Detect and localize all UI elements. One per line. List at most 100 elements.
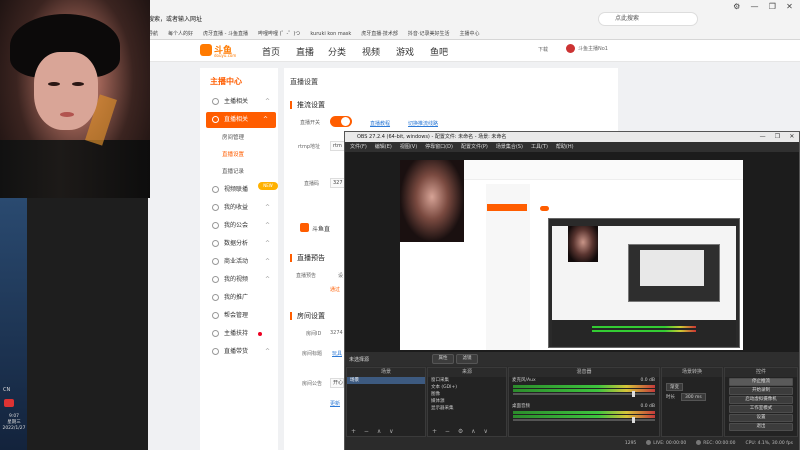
properties-button[interactable]: 属性 [432,354,454,364]
close-button[interactable]: ✕ [786,2,793,12]
chart-icon [212,240,219,247]
input-method-indicator[interactable]: CN [3,387,23,393]
source-item[interactable]: 图像 [428,391,506,398]
sidebar-item-clan[interactable]: 帮会管理 [200,308,278,324]
transition-type-row: 渐变 [662,383,722,393]
sidebar-item-support[interactable]: 主播扶持 [200,326,278,342]
sidebar-item-business[interactable]: 商业活动 ^ [200,254,278,270]
obs-source-toolbar [345,352,799,366]
section-preview: 直播预告 [290,254,325,262]
bookmark-item[interactable]: 抖音·记录美好生活 [408,30,450,37]
virtual-camera-button[interactable]: 启动虚拟摄像机 [729,396,793,404]
nav-video[interactable]: 视频 [362,45,380,58]
slider-handle[interactable] [632,417,635,423]
filters-button[interactable]: 滤镜 [456,354,478,364]
rec-status: REC: 00:00:00 [696,437,736,450]
menu-edit[interactable]: 编辑(E) [375,142,392,152]
new-badge: NEW [258,182,278,190]
sidebar-item-promotion[interactable]: 我的推广 [200,290,278,306]
bookmark-item[interactable]: 虎牙直播·技术部 [361,30,398,37]
sidebar-item-anchor[interactable]: 主播相关 ^ [200,94,278,110]
exit-button[interactable]: 退出 [729,423,793,431]
sidebar-item-analytics[interactable]: 数据分析 ^ [200,236,278,252]
source-item[interactable]: 显示器采集 [428,405,506,412]
sidebar-item-live[interactable]: 直播相关 ^ [206,112,276,128]
bookmark-item[interactable]: 哔哩哔哩 (゜-゜)つ [258,30,300,37]
nav-yuba[interactable]: 鱼吧 [430,45,448,58]
bookmark-item[interactable]: 每个人的好 [168,30,193,37]
assistant-promo[interactable]: 斗鱼直 [312,224,330,233]
nav-live[interactable]: 直播 [296,45,314,58]
settings-icon[interactable]: ⚙ [733,2,740,12]
desktop-volume-slider[interactable] [513,417,655,423]
room-notice-field[interactable]: 开心 [330,378,344,388]
taskbar-clock[interactable]: 9:07 星期三 2022/1/27 [1,414,27,432]
source-item[interactable]: 文本 (GDI+) [428,384,506,391]
settings-button[interactable]: 设置 [729,414,793,422]
source-item[interactable]: 窗口采集 [428,377,506,384]
start-recording-button[interactable]: 开始录制 [729,387,793,395]
sidebar-item-my-videos[interactable]: 我的视频 ^ [200,272,278,288]
room-title-value[interactable]: 玩具 [332,350,342,357]
studio-mode-button[interactable]: 工作室模式 [729,405,793,413]
stop-streaming-button[interactable]: 停止推流 [729,378,793,386]
preview-value: 设 [338,273,344,279]
sidebar-subitem-live-settings[interactable]: 直播设置 [200,147,278,163]
nav-category[interactable]: 分类 [328,45,346,58]
slider-handle[interactable] [632,391,635,397]
menu-view[interactable]: 视图(V) [400,142,417,152]
scene-item[interactable]: 场景 [347,377,425,384]
bookmarks-bar: 导航 每个人的好 虎牙直播 - 斗鱼直播 哔哩哔哩 (゜-゜)つ kuruki … [148,28,800,39]
chevron-up-icon: ^ [264,222,270,229]
address-bar[interactable]: 搜索，或者输入网址 [148,14,578,26]
menu-file[interactable]: 文件(F) [350,142,367,152]
minimize-button[interactable]: — [760,132,766,142]
bookmark-item[interactable]: 虎牙直播 - 斗鱼直播 [203,30,248,37]
duration-input[interactable]: 300 ms [681,393,706,401]
nav-game[interactable]: 游戏 [396,45,414,58]
preview-link[interactable]: 通过 [330,286,340,293]
scenes-title: 场景 [347,368,425,377]
tutorial-link[interactable]: 直播教程 [370,120,390,127]
room-id-label: 房间ID [306,331,322,337]
maximize-button[interactable]: ❐ [775,132,780,142]
room-title-label: 房间标题 [302,351,323,357]
webcam-face [34,52,98,130]
menu-tools[interactable]: 工具(T) [531,142,548,152]
search-input[interactable]: 点此搜索 [598,12,698,26]
sidebar-subitem-room[interactable]: 房间管理 [200,130,278,146]
user-name[interactable]: 斗鱼主播No1 [578,45,608,52]
menu-docks[interactable]: 停靠窗口(D) [425,142,453,152]
live-dot-icon [646,440,652,445]
sidebar-item-commerce[interactable]: 直播带货 ^ [200,344,278,360]
download-link[interactable]: 下载 [538,46,548,53]
sidebar-item-guild[interactable]: 我的公会 ^ [200,218,278,234]
room-notice-label: 房间公告 [302,381,323,387]
transition-select[interactable]: 渐变 [666,383,683,391]
logo-subtext: douyu.com [214,53,237,58]
source-item[interactable]: 媒体源 [428,398,506,405]
sidebar-item-income[interactable]: 我的收益 ^ [200,200,278,216]
sources-toolbar[interactable]: + − ⚙ ∧ ∨ [432,428,491,435]
obs-title: OBS 27.2.4 (64-bit, windows) - 配置文件: 未命名… [345,132,799,142]
mic-volume-slider[interactable] [513,391,655,397]
room-notice-update[interactable]: 更新 [330,400,340,407]
bookmark-item[interactable]: 主播中心 [459,30,479,37]
tray-app-icon[interactable] [4,399,14,407]
minimize-button[interactable]: — [751,2,759,12]
sidebar-subitem-records[interactable]: 直播记录 [200,164,278,180]
menu-scene-collection[interactable]: 场景集合(S) [496,142,523,152]
maximize-button[interactable]: ❐ [769,2,776,12]
bookmark-item[interactable]: kuruki kon mask [310,31,351,37]
menu-help[interactable]: 帮助(H) [556,142,574,152]
avatar[interactable] [566,44,575,53]
douyu-logo-icon[interactable] [200,44,212,56]
webcam-eye [48,82,60,86]
nav-home[interactable]: 首页 [262,45,280,58]
switch-line-link[interactable]: 切换推流线路 [408,120,438,127]
rec-dot-icon [696,440,702,445]
close-button[interactable]: ✕ [789,132,794,142]
menu-profile[interactable]: 配置文件(P) [461,142,488,152]
scenes-toolbar[interactable]: + − ∧ ∨ [351,428,397,435]
browser-window-controls: ⚙ — ❐ ✕ [728,2,798,12]
